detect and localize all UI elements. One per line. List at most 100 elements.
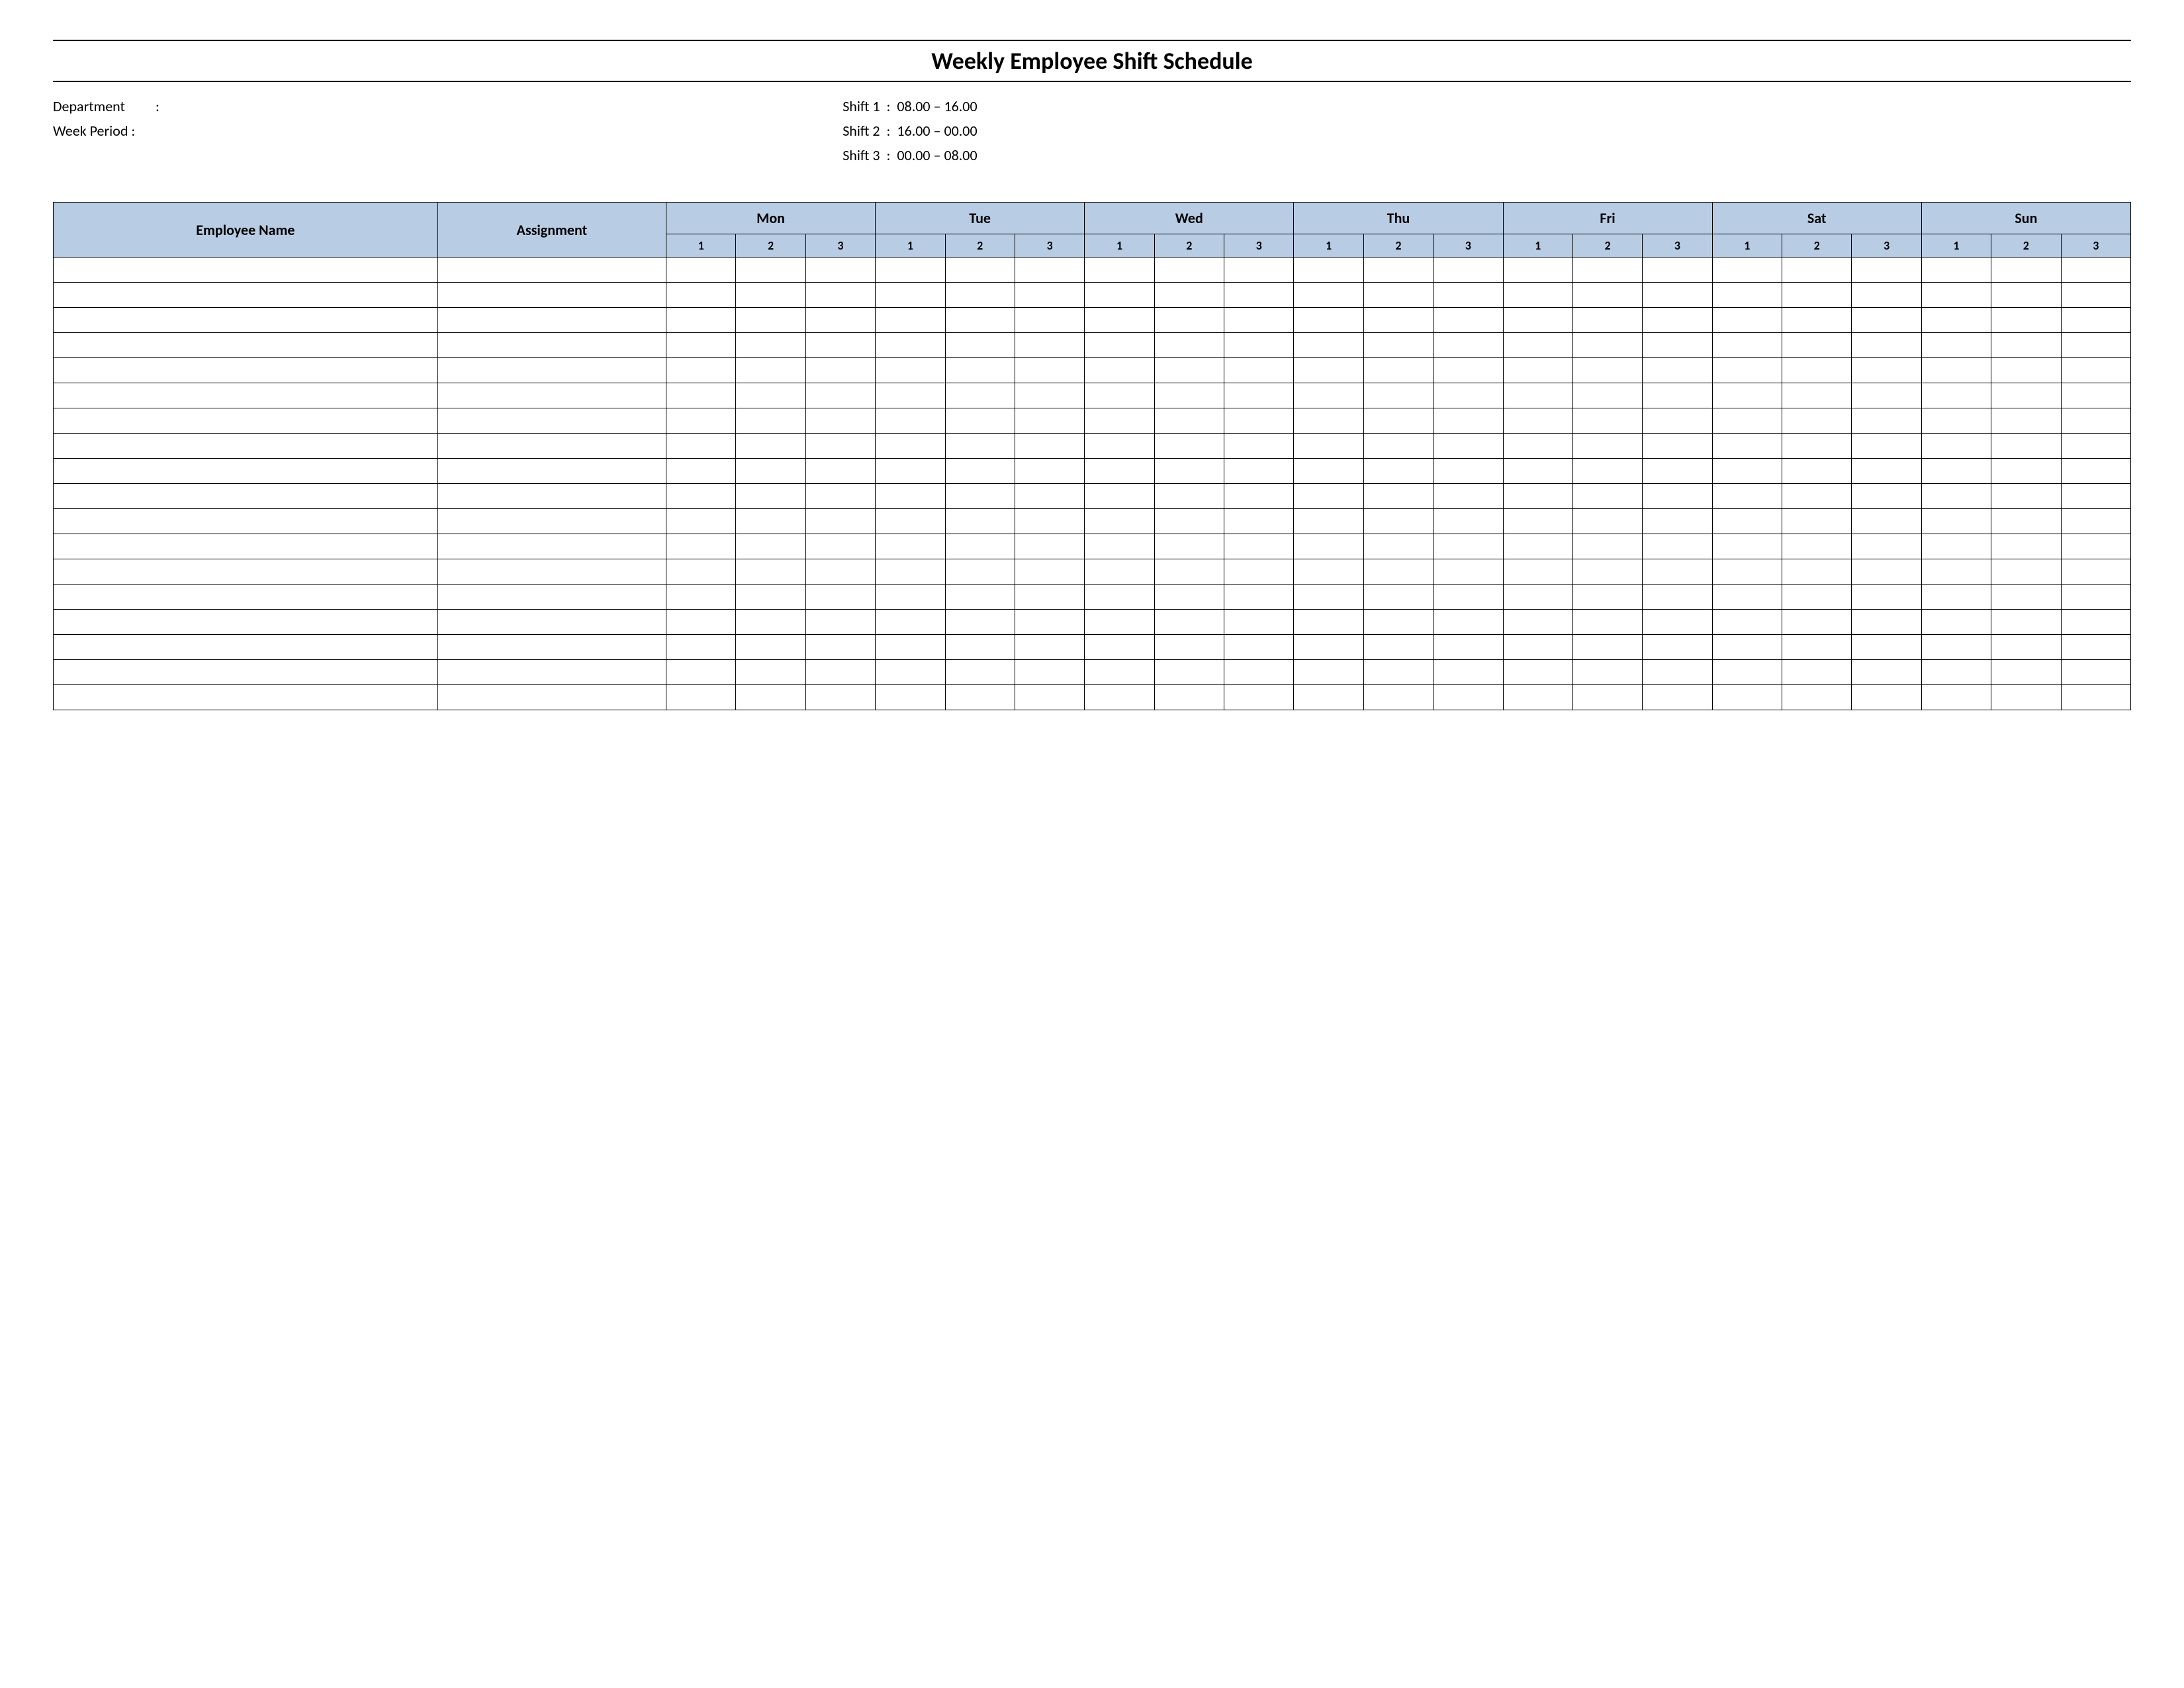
shift-cell[interactable] [945, 434, 1015, 459]
shift-cell[interactable] [1154, 685, 1224, 710]
shift-cell[interactable] [945, 258, 1015, 283]
shift-cell[interactable] [666, 585, 736, 610]
shift-cell[interactable] [805, 408, 875, 434]
shift-cell[interactable] [1643, 484, 1712, 509]
shift-cell[interactable] [1363, 534, 1433, 559]
shift-cell[interactable] [1224, 383, 1294, 408]
shift-cell[interactable] [1852, 333, 1921, 358]
shift-cell[interactable] [1503, 434, 1572, 459]
shift-cell[interactable] [1154, 660, 1224, 685]
shift-cell[interactable] [1921, 459, 1991, 484]
shift-cell[interactable] [1294, 660, 1363, 685]
shift-cell[interactable] [1363, 559, 1433, 585]
shift-cell[interactable] [1712, 333, 1782, 358]
shift-cell[interactable] [1433, 559, 1503, 585]
shift-cell[interactable] [1712, 685, 1782, 710]
shift-cell[interactable] [1712, 585, 1782, 610]
shift-cell[interactable] [1433, 408, 1503, 434]
shift-cell[interactable] [1294, 258, 1363, 283]
shift-cell[interactable] [805, 383, 875, 408]
shift-cell[interactable] [1572, 534, 1642, 559]
shift-cell[interactable] [1085, 610, 1154, 635]
shift-cell[interactable] [1015, 333, 1084, 358]
shift-cell[interactable] [1712, 258, 1782, 283]
employee-name-cell[interactable] [54, 660, 438, 685]
shift-cell[interactable] [1921, 534, 1991, 559]
shift-cell[interactable] [805, 559, 875, 585]
shift-cell[interactable] [736, 408, 805, 434]
shift-cell[interactable] [1782, 534, 1852, 559]
shift-cell[interactable] [1015, 408, 1084, 434]
shift-cell[interactable] [1015, 258, 1084, 283]
shift-cell[interactable] [1294, 459, 1363, 484]
shift-cell[interactable] [1712, 559, 1782, 585]
shift-cell[interactable] [1224, 258, 1294, 283]
shift-cell[interactable] [2061, 308, 2131, 333]
shift-cell[interactable] [945, 333, 1015, 358]
shift-cell[interactable] [1852, 258, 1921, 283]
shift-cell[interactable] [1433, 685, 1503, 710]
shift-cell[interactable] [1852, 434, 1921, 459]
shift-cell[interactable] [1294, 308, 1363, 333]
shift-cell[interactable] [1991, 258, 2061, 283]
shift-cell[interactable] [1991, 484, 2061, 509]
employee-name-cell[interactable] [54, 283, 438, 308]
shift-cell[interactable] [1921, 258, 1991, 283]
shift-cell[interactable] [1224, 408, 1294, 434]
shift-cell[interactable] [1015, 635, 1084, 660]
shift-cell[interactable] [1224, 434, 1294, 459]
shift-cell[interactable] [1224, 685, 1294, 710]
shift-cell[interactable] [1224, 358, 1294, 383]
shift-cell[interactable] [1643, 408, 1712, 434]
shift-cell[interactable] [736, 610, 805, 635]
shift-cell[interactable] [945, 534, 1015, 559]
shift-cell[interactable] [1294, 408, 1363, 434]
shift-cell[interactable] [805, 585, 875, 610]
shift-cell[interactable] [1921, 358, 1991, 383]
shift-cell[interactable] [2061, 434, 2131, 459]
shift-cell[interactable] [1572, 408, 1642, 434]
shift-cell[interactable] [1712, 610, 1782, 635]
shift-cell[interactable] [736, 484, 805, 509]
shift-cell[interactable] [1433, 585, 1503, 610]
shift-cell[interactable] [1991, 283, 2061, 308]
shift-cell[interactable] [1712, 635, 1782, 660]
shift-cell[interactable] [1433, 358, 1503, 383]
shift-cell[interactable] [876, 585, 945, 610]
assignment-cell[interactable] [437, 434, 666, 459]
shift-cell[interactable] [1015, 509, 1084, 534]
shift-cell[interactable] [1852, 585, 1921, 610]
shift-cell[interactable] [1572, 610, 1642, 635]
shift-cell[interactable] [1085, 459, 1154, 484]
shift-cell[interactable] [1852, 358, 1921, 383]
shift-cell[interactable] [805, 308, 875, 333]
shift-cell[interactable] [945, 408, 1015, 434]
shift-cell[interactable] [1991, 509, 2061, 534]
shift-cell[interactable] [1852, 383, 1921, 408]
shift-cell[interactable] [2061, 333, 2131, 358]
shift-cell[interactable] [1085, 434, 1154, 459]
shift-cell[interactable] [1085, 484, 1154, 509]
shift-cell[interactable] [1991, 308, 2061, 333]
shift-cell[interactable] [1782, 408, 1852, 434]
shift-cell[interactable] [1433, 333, 1503, 358]
shift-cell[interactable] [1154, 283, 1224, 308]
shift-cell[interactable] [1154, 459, 1224, 484]
shift-cell[interactable] [1643, 283, 1712, 308]
shift-cell[interactable] [1085, 258, 1154, 283]
assignment-cell[interactable] [437, 534, 666, 559]
shift-cell[interactable] [1085, 509, 1154, 534]
shift-cell[interactable] [1294, 685, 1363, 710]
shift-cell[interactable] [1852, 308, 1921, 333]
shift-cell[interactable] [736, 358, 805, 383]
shift-cell[interactable] [805, 434, 875, 459]
shift-cell[interactable] [2061, 383, 2131, 408]
shift-cell[interactable] [666, 685, 736, 710]
shift-cell[interactable] [1503, 408, 1572, 434]
shift-cell[interactable] [1294, 585, 1363, 610]
shift-cell[interactable] [1991, 459, 2061, 484]
shift-cell[interactable] [1782, 484, 1852, 509]
shift-cell[interactable] [805, 509, 875, 534]
shift-cell[interactable] [1643, 333, 1712, 358]
shift-cell[interactable] [1782, 585, 1852, 610]
